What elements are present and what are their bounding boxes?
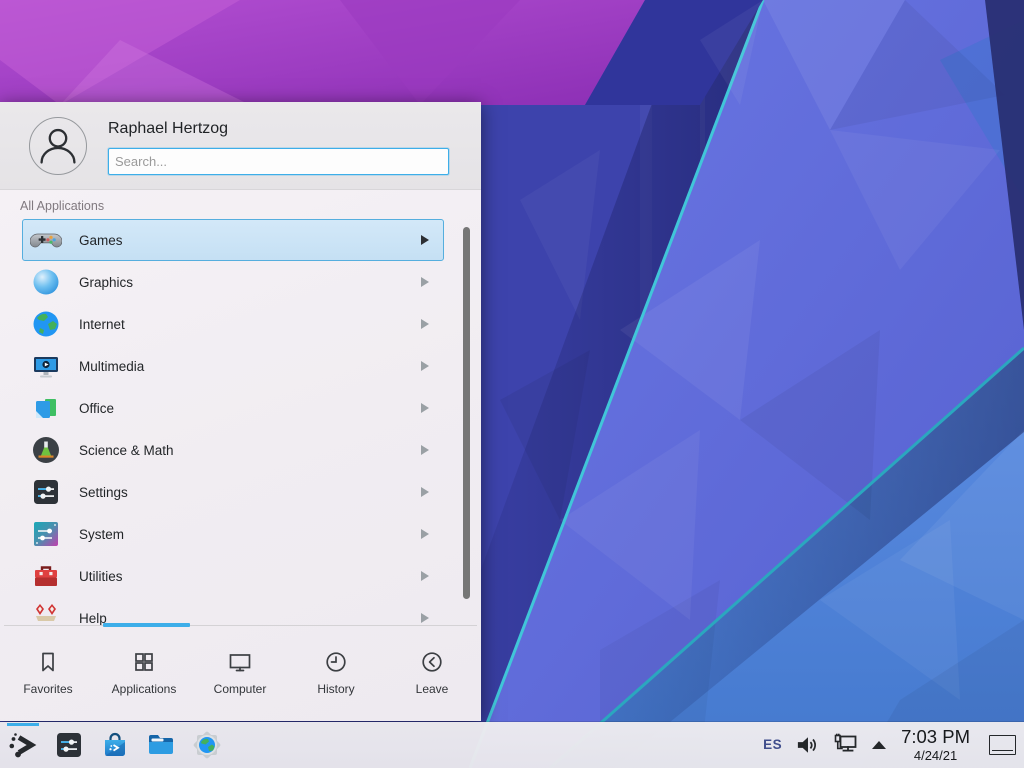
applications-icon	[131, 649, 157, 675]
category-label: Graphics	[79, 275, 421, 290]
system-icon	[30, 518, 62, 550]
dolphin-icon	[145, 729, 177, 761]
category-label: Office	[79, 401, 421, 416]
submenu-arrow-icon	[421, 613, 429, 623]
multimedia-icon	[30, 350, 62, 382]
category-label: System	[79, 527, 421, 542]
category-list: Games Graphics	[0, 219, 481, 625]
internet-icon	[30, 308, 62, 340]
settings-icon	[30, 476, 62, 508]
tab-history[interactable]: History	[288, 629, 384, 711]
search-input[interactable]	[108, 148, 449, 175]
clock-date: 4/24/21	[901, 749, 970, 763]
tab-label: Favorites	[23, 682, 72, 696]
show-desktop-button[interactable]	[989, 735, 1016, 755]
tab-favorites[interactable]: Favorites	[0, 629, 96, 711]
clock-time: 7:03 PM	[901, 727, 970, 747]
konqueror-icon	[191, 729, 223, 761]
active-tab-indicator	[103, 623, 190, 627]
submenu-arrow-icon	[421, 571, 429, 581]
category-label: Settings	[79, 485, 421, 500]
category-label: Internet	[79, 317, 421, 332]
tab-computer[interactable]: Computer	[192, 629, 288, 711]
utilities-icon	[30, 560, 62, 592]
graphics-icon	[30, 266, 62, 298]
submenu-arrow-icon	[421, 403, 429, 413]
digital-clock[interactable]: 7:03 PM 4/24/21	[899, 727, 972, 763]
taskbar-konqueror[interactable]	[184, 722, 230, 768]
submenu-arrow-icon	[421, 487, 429, 497]
category-office[interactable]: Office	[22, 387, 444, 429]
office-icon	[30, 392, 62, 424]
computer-icon	[227, 649, 253, 675]
tab-applications[interactable]: Applications	[96, 629, 192, 711]
category-help[interactable]: Help	[22, 597, 444, 625]
tab-leave[interactable]: Leave	[384, 629, 480, 711]
category-multimedia[interactable]: Multimedia	[22, 345, 444, 387]
tab-label: Computer	[214, 682, 267, 696]
taskbar-discover[interactable]	[92, 722, 138, 768]
history-icon	[323, 649, 349, 675]
section-label: All Applications	[20, 199, 104, 213]
user-avatar[interactable]	[29, 117, 87, 175]
volume-icon[interactable]	[795, 732, 820, 758]
user-icon	[30, 118, 86, 174]
category-settings[interactable]: Settings	[22, 471, 444, 513]
discover-icon	[99, 729, 131, 761]
category-internet[interactable]: Internet	[22, 303, 444, 345]
category-label: Science & Math	[79, 443, 421, 458]
category-system[interactable]: System	[22, 513, 444, 555]
kde-launcher-icon	[7, 729, 39, 761]
submenu-arrow-icon	[421, 529, 429, 539]
tab-label: Leave	[416, 682, 449, 696]
user-name: Raphael Hertzog	[108, 120, 228, 138]
network-icon[interactable]	[833, 732, 859, 758]
submenu-arrow-icon	[421, 277, 429, 287]
launcher-tabbar: Favorites Applications C	[0, 629, 481, 711]
favorites-icon	[35, 649, 61, 675]
category-label: Utilities	[79, 569, 421, 584]
application-launcher-popup: Raphael Hertzog All Applications	[0, 102, 481, 721]
taskbar-system-settings[interactable]	[46, 722, 92, 768]
help-icon	[30, 602, 62, 625]
launcher-header: Raphael Hertzog	[0, 102, 481, 190]
submenu-arrow-icon	[421, 361, 429, 371]
submenu-arrow-icon	[421, 319, 429, 329]
taskbar: ES 7:03 PM 4/24/21	[0, 722, 1024, 768]
science-icon	[30, 434, 62, 466]
tab-label: History	[317, 682, 354, 696]
category-graphics[interactable]: Graphics	[22, 261, 444, 303]
tab-label: Applications	[112, 682, 177, 696]
category-science-math[interactable]: Science & Math	[22, 429, 444, 471]
taskbar-dolphin[interactable]	[138, 722, 184, 768]
category-utilities[interactable]: Utilities	[22, 555, 444, 597]
category-label: Multimedia	[79, 359, 421, 374]
launcher-button[interactable]	[0, 722, 46, 768]
games-icon	[30, 224, 62, 256]
scrollbar-handle[interactable]	[463, 227, 470, 599]
leave-icon	[419, 649, 445, 675]
category-label: Games	[79, 233, 421, 248]
submenu-arrow-icon	[421, 445, 429, 455]
submenu-arrow-icon	[421, 235, 429, 245]
tabbar-separator	[4, 625, 477, 626]
category-games[interactable]: Games	[22, 219, 444, 261]
launcher-active-indicator	[7, 723, 39, 726]
desktop: Raphael Hertzog All Applications	[0, 0, 1024, 768]
system-settings-icon	[53, 729, 85, 761]
tray-expand-icon[interactable]	[872, 741, 886, 749]
keyboard-layout-indicator[interactable]: ES	[763, 737, 782, 752]
system-tray: ES 7:03 PM 4/24/21	[763, 727, 1024, 763]
